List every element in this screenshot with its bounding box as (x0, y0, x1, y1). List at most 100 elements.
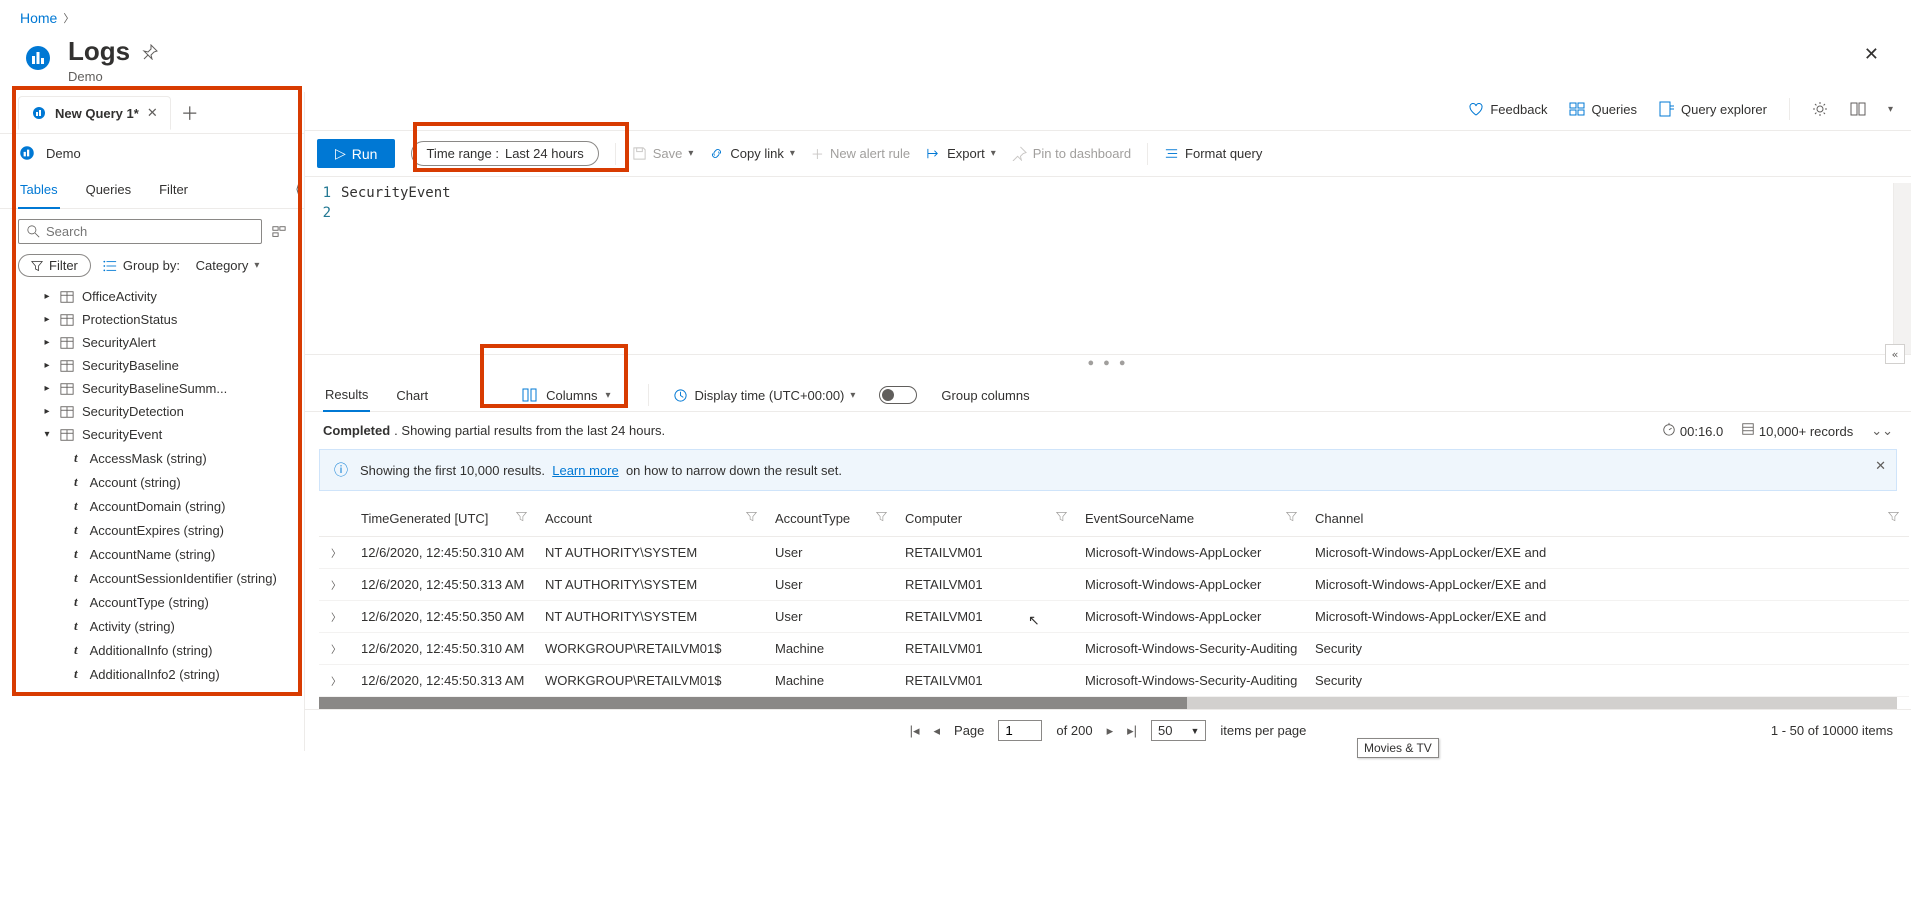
column-header[interactable]: Channel (1307, 501, 1909, 537)
search-input-wrap[interactable] (18, 219, 262, 244)
time-range-selector[interactable]: Time range : Last 24 hours (411, 141, 598, 166)
pin-dashboard-button[interactable]: Pin to dashboard (1012, 146, 1131, 161)
column-filter-icon[interactable] (1286, 511, 1297, 522)
row-expand-icon[interactable]: 〉 (319, 601, 353, 633)
table-cell: RETAILVM01 (897, 665, 1077, 697)
close-icon[interactable]: ✕ (1852, 36, 1891, 73)
column-filter-icon[interactable] (746, 511, 757, 522)
page-input[interactable] (998, 720, 1042, 741)
row-expand-icon[interactable]: 〉 (319, 665, 353, 697)
copy-link-button[interactable]: Copy link▾ (709, 146, 795, 161)
add-tab-button[interactable]: ＋ (171, 94, 209, 132)
breadcrumb-home[interactable]: Home (20, 10, 57, 26)
learn-more-link[interactable]: Learn more (552, 463, 618, 478)
tab-chart[interactable]: Chart (394, 380, 430, 411)
next-page-button[interactable]: ▸ (1107, 723, 1114, 739)
column-header[interactable]: Computer (897, 501, 1077, 537)
resize-handle[interactable]: ● ● ● (305, 355, 1911, 371)
group-columns-toggle[interactable] (879, 386, 917, 404)
display-time-dropdown[interactable]: Display time (UTC+00:00) ▾ (673, 388, 855, 403)
prev-page-button[interactable]: ◂ (934, 723, 941, 739)
horizontal-scrollbar[interactable] (319, 697, 1897, 709)
layout-icon[interactable] (1850, 101, 1866, 117)
column-header[interactable]: Account (537, 501, 767, 537)
table-node[interactable]: ▾SecurityEvent (18, 423, 298, 446)
collapse-panel-icon[interactable]: ⟨ (295, 182, 300, 196)
query-explorer-button[interactable]: Query explorer (1659, 101, 1767, 117)
row-expand-icon[interactable]: 〉 (319, 537, 353, 569)
info-icon: ⓘ (334, 460, 348, 480)
close-tab-icon[interactable]: ✕ (147, 105, 158, 121)
group-by-dropdown[interactable]: Group by: Category ▾ (103, 258, 260, 273)
column-header[interactable]: TimeGenerated [UTC] (353, 501, 537, 537)
field-node[interactable]: tAccessMask (string) (18, 446, 298, 470)
query-tab[interactable]: New Query 1* ✕ (18, 96, 171, 130)
tab-tables[interactable]: Tables (18, 172, 60, 209)
table-node[interactable]: ▸OfficeActivity (18, 285, 298, 308)
expand-all-icon[interactable]: ⌄⌄ (1871, 423, 1893, 439)
field-node[interactable]: tAccount (string) (18, 470, 298, 494)
table-node[interactable]: ▸SecurityBaseline (18, 354, 298, 377)
breadcrumb: Home 〉 (0, 0, 1911, 32)
field-node[interactable]: tAccountSessionIdentifier (string) (18, 566, 298, 590)
table-cell: Microsoft-Windows-AppLocker (1077, 537, 1307, 569)
table-row[interactable]: 〉12/6/2020, 12:45:50.310 AMNT AUTHORITY\… (319, 537, 1909, 569)
search-input[interactable] (46, 224, 253, 239)
info-close-icon[interactable]: ✕ (1875, 458, 1886, 474)
field-node[interactable]: tActivity (string) (18, 614, 298, 638)
settings-gear-icon[interactable] (1812, 101, 1828, 117)
table-cell: Microsoft-Windows-Security-Auditing (1077, 633, 1307, 665)
save-button[interactable]: Save▾ (632, 146, 694, 161)
column-filter-icon[interactable] (1056, 511, 1067, 522)
collapse-editor-icon[interactable]: « (1885, 344, 1905, 364)
queries-button[interactable]: Queries (1569, 101, 1637, 117)
columns-dropdown[interactable]: Columns ▾ (508, 383, 624, 407)
field-node[interactable]: tAdditionalInfo2 (string) (18, 662, 298, 686)
table-row[interactable]: 〉12/6/2020, 12:45:50.350 AMNT AUTHORITY\… (319, 601, 1909, 633)
new-alert-button[interactable]: ＋ New alert rule (811, 144, 910, 163)
feedback-button[interactable]: Feedback (1468, 101, 1547, 117)
export-button[interactable]: Export▾ (926, 146, 996, 161)
field-node[interactable]: tAccountType (string) (18, 590, 298, 614)
field-name: AccountDomain (string) (90, 499, 226, 514)
editor-minimap[interactable] (1893, 183, 1911, 354)
tab-filter[interactable]: Filter (157, 172, 190, 208)
field-node[interactable]: tAccountName (string) (18, 542, 298, 566)
column-header[interactable]: AccountType (767, 501, 897, 537)
table-node[interactable]: ▸SecurityDetection (18, 400, 298, 423)
table-node[interactable]: ▸ProtectionStatus (18, 308, 298, 331)
query-editor[interactable]: 12 SecurityEvent « (305, 177, 1911, 355)
row-expand-icon[interactable]: 〉 (319, 569, 353, 601)
column-header[interactable]: EventSourceName (1077, 501, 1307, 537)
field-node[interactable]: tAccountExpires (string) (18, 518, 298, 542)
first-page-button[interactable]: |◂ (910, 723, 920, 739)
tab-queries[interactable]: Queries (84, 172, 134, 208)
column-filter-icon[interactable] (516, 511, 527, 522)
pin-icon[interactable] (142, 44, 158, 60)
field-name: AccountExpires (string) (90, 523, 224, 538)
table-row[interactable]: 〉12/6/2020, 12:45:50.313 AMNT AUTHORITY\… (319, 569, 1909, 601)
table-node[interactable]: ▸SecurityBaselineSumm... (18, 377, 298, 400)
column-filter-icon[interactable] (876, 511, 887, 522)
chevron-down-icon: ▾ (605, 390, 610, 401)
tab-results[interactable]: Results (323, 379, 370, 412)
last-page-button[interactable]: ▸| (1127, 723, 1137, 739)
field-name: AccountType (string) (90, 595, 209, 610)
scope-selector[interactable]: Demo (0, 134, 304, 172)
chevron-down-icon[interactable]: ▾ (1888, 104, 1893, 115)
schema-options-icon[interactable] (272, 225, 286, 239)
row-expand-icon[interactable]: 〉 (319, 633, 353, 665)
format-query-button[interactable]: Format query (1164, 146, 1262, 161)
field-node[interactable]: tAccountDomain (string) (18, 494, 298, 518)
items-per-page-select[interactable]: 50▼ (1151, 720, 1206, 741)
editor-code[interactable]: SecurityEvent (341, 183, 1893, 354)
table-row[interactable]: 〉12/6/2020, 12:45:50.310 AMWORKGROUP\RET… (319, 633, 1909, 665)
table-row[interactable]: 〉12/6/2020, 12:45:50.313 AMWORKGROUP\RET… (319, 665, 1909, 697)
field-node[interactable]: tAdditionalInfo (string) (18, 638, 298, 662)
column-filter-icon[interactable] (1888, 511, 1899, 522)
column-header-label: Channel (1315, 511, 1363, 526)
filter-pill[interactable]: Filter (18, 254, 91, 277)
run-button[interactable]: ▷ Run (317, 139, 395, 168)
tooltip: Movies & TV (1357, 738, 1439, 758)
table-node[interactable]: ▸SecurityAlert (18, 331, 298, 354)
